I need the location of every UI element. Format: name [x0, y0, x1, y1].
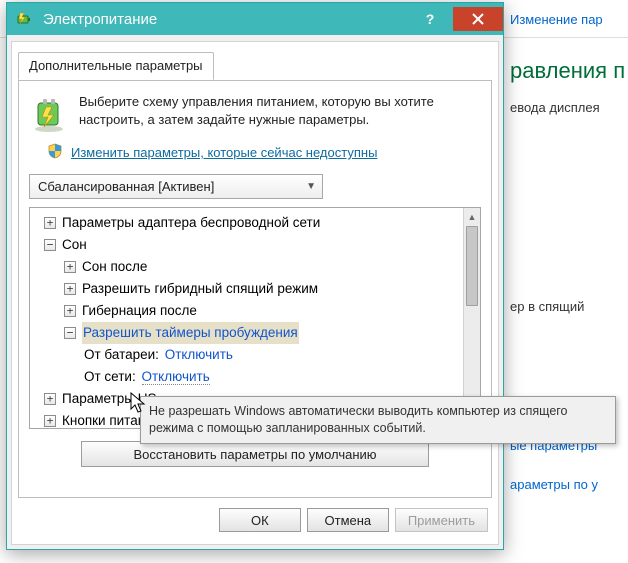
plugged-in-value[interactable]: Отключить	[142, 369, 210, 385]
scroll-up-icon[interactable]: ▲	[464, 208, 480, 225]
tree-node-wake-timers[interactable]: − Разрешить таймеры пробуждения	[32, 322, 461, 344]
bg-link-change[interactable]: Изменение пар	[510, 12, 628, 27]
unlock-settings-link[interactable]: Изменить параметры, которые сейчас недос…	[71, 145, 377, 160]
intro-text: Выберите схему управления питанием, кото…	[79, 93, 481, 133]
cancel-button[interactable]: Отмена	[307, 508, 389, 532]
tree-scrollbar[interactable]: ▲ ▼	[463, 208, 480, 428]
shield-icon	[47, 143, 63, 162]
dialog-title: Электропитание	[43, 11, 407, 28]
expand-icon[interactable]: +	[64, 283, 76, 295]
battery-large-icon	[29, 93, 69, 133]
expand-icon[interactable]: +	[64, 305, 76, 317]
dialog-client: Дополнительные параметры Выберите схему …	[11, 41, 499, 545]
help-button[interactable]: ?	[407, 7, 453, 31]
bg-text-2: ер в спящий	[510, 299, 628, 314]
close-button[interactable]	[453, 7, 503, 31]
close-icon	[472, 13, 484, 25]
ok-button[interactable]: ОК	[219, 508, 301, 532]
expand-icon[interactable]: +	[44, 217, 56, 229]
expand-icon[interactable]: +	[44, 415, 56, 427]
tree-node-hibernate-after[interactable]: + Гибернация после	[32, 300, 461, 322]
titlebar[interactable]: Электропитание ?	[7, 3, 503, 35]
tooltip: Не разрешать Windows автоматически вывод…	[140, 396, 616, 444]
restore-defaults-button[interactable]: Восстановить параметры по умолчанию	[81, 441, 429, 467]
expand-icon[interactable]: +	[44, 393, 56, 405]
on-battery-value[interactable]: Отключить	[165, 347, 233, 362]
tab-advanced[interactable]: Дополнительные параметры	[18, 52, 214, 80]
bg-link-default[interactable]: араметры по у	[510, 477, 628, 492]
bg-heading: равления п	[510, 58, 628, 84]
chevron-down-icon: ▼	[306, 181, 316, 192]
tree-node-sleep-after[interactable]: + Сон после	[32, 256, 461, 278]
expand-icon[interactable]: +	[64, 261, 76, 273]
plan-select[interactable]: Сбалансированная [Активен] ▼	[29, 174, 323, 199]
tree-node-wireless[interactable]: + Параметры адаптера беспроводной сети	[32, 212, 461, 234]
collapse-icon[interactable]: −	[64, 327, 76, 339]
tree-node-plugged-in[interactable]: От сети: Отключить	[32, 366, 461, 388]
tree-node-hybrid-sleep[interactable]: + Разрешить гибридный спящий режим	[32, 278, 461, 300]
tree-node-on-battery[interactable]: От батареи: Отключить	[32, 344, 461, 366]
apply-button: Применить	[395, 508, 488, 532]
power-options-dialog: Электропитание ? Дополнительные параметр…	[6, 2, 504, 550]
tree-node-sleep[interactable]: − Сон	[32, 234, 461, 256]
scroll-thumb[interactable]	[466, 226, 478, 306]
battery-plug-icon	[15, 9, 35, 29]
dialog-buttons: ОК Отмена Применить	[219, 508, 488, 532]
plan-select-value: Сбалансированная [Активен]	[38, 179, 214, 194]
bg-text-1: евода дисплея	[510, 100, 628, 115]
collapse-icon[interactable]: −	[44, 239, 56, 251]
